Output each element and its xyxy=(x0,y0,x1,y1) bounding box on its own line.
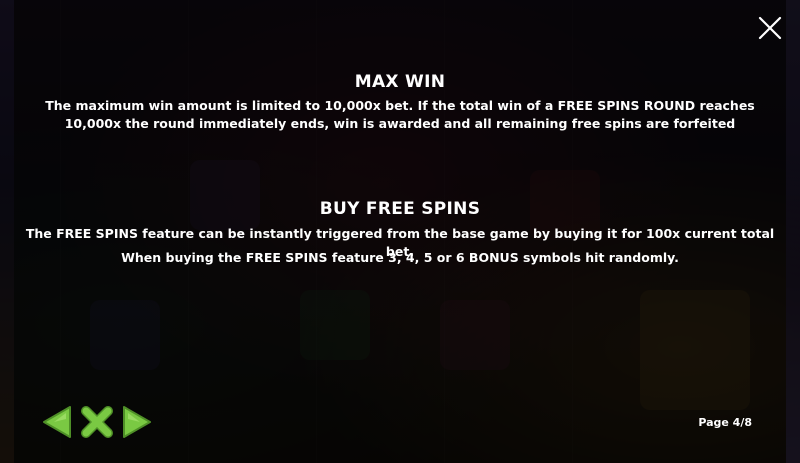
section-title-buy-free-spins: BUY FREE SPINS xyxy=(319,199,481,219)
page-indicator: Page 4/8 xyxy=(698,416,752,429)
arrow-right-icon[interactable] xyxy=(122,405,152,443)
paytable-navigation xyxy=(42,405,152,443)
game-stage: MAX WIN The maximum win amount is limite… xyxy=(0,0,800,463)
section-text-buy-free-spins-2: When buying the FREE SPINS feature 3, 4,… xyxy=(121,250,679,265)
section-text-max-win: The maximum win amount is limited to 10,… xyxy=(45,98,755,131)
x-close-icon[interactable] xyxy=(80,405,114,443)
section-title-max-win: MAX WIN xyxy=(354,72,446,92)
close-icon[interactable] xyxy=(756,14,784,42)
paytable-content: MAX WIN The maximum win amount is limite… xyxy=(0,0,800,463)
arrow-left-icon[interactable] xyxy=(42,405,72,443)
